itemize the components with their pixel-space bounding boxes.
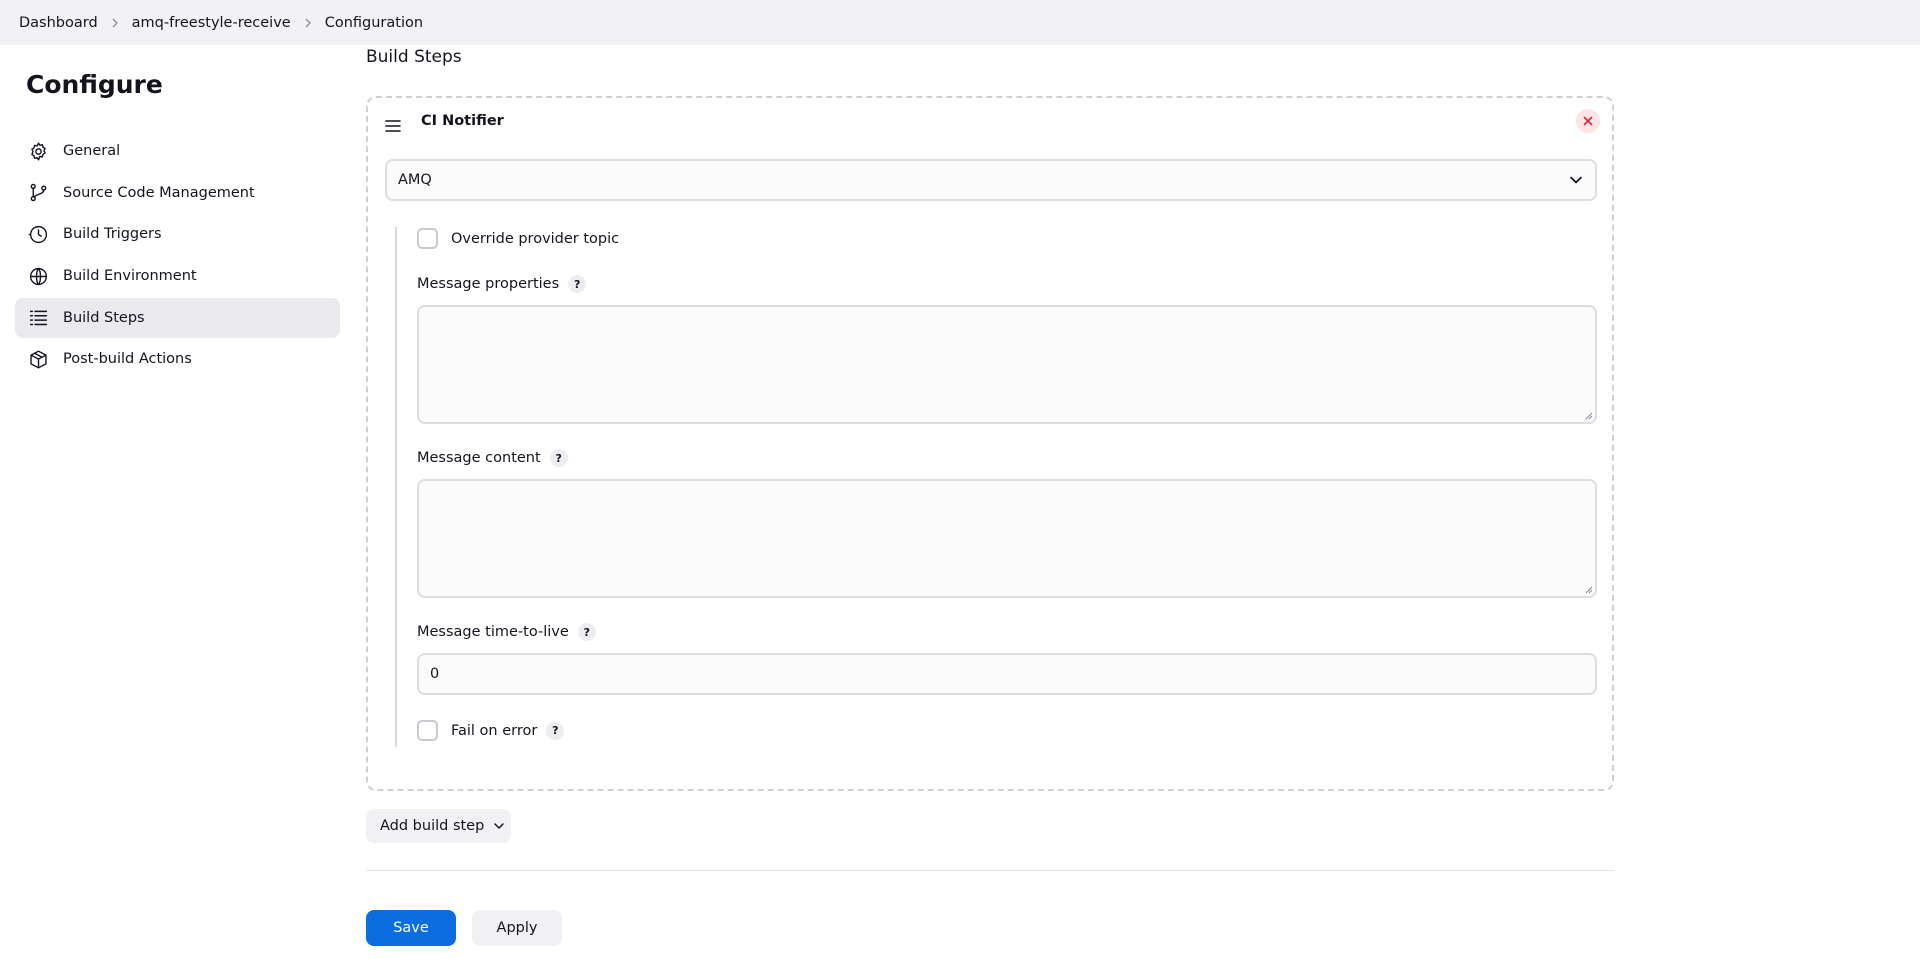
message-properties-label: Message properties [417, 276, 560, 292]
gear-icon [27, 140, 49, 162]
sidebar-item-post-build-actions[interactable]: Post-build Actions [15, 339, 340, 379]
message-content-label: Message content [417, 450, 541, 466]
message-ttl-label-row: Message time-to-live ? [417, 623, 596, 641]
close-icon [1583, 116, 1593, 126]
provider-select-value: AMQ [398, 172, 432, 188]
fail-on-error-label[interactable]: Fail on error [451, 723, 537, 739]
drag-handle-icon[interactable] [384, 118, 402, 132]
nested-section-line [395, 227, 397, 747]
page-title: Configure [26, 70, 163, 99]
sidebar-item-source-code-management[interactable]: Source Code Management [15, 173, 340, 213]
section-title: Build Steps [366, 47, 462, 67]
message-content-label-row: Message content ? [417, 449, 568, 467]
divider [366, 870, 1614, 871]
message-content-textarea[interactable] [417, 479, 1597, 598]
step-title: CI Notifier [421, 113, 504, 129]
breadcrumb: Dashboard amq-freestyle-receive Configur… [0, 0, 1920, 45]
chevron-right-icon [98, 18, 132, 28]
chevron-right-icon [291, 18, 325, 28]
branch-icon [27, 182, 49, 204]
help-button[interactable]: ? [546, 721, 565, 740]
override-topic-label[interactable]: Override provider topic [451, 231, 619, 247]
add-build-step-label: Add build step [380, 818, 485, 834]
sidebar-item-label: Post-build Actions [63, 351, 192, 368]
fail-on-error-checkbox[interactable] [417, 720, 438, 741]
resize-grip-icon[interactable] [1584, 585, 1593, 594]
remove-step-button[interactable] [1576, 109, 1600, 133]
sidebar-item-build-steps[interactable]: Build Steps [15, 297, 340, 338]
breadcrumb-dashboard[interactable]: Dashboard [19, 15, 98, 31]
sidebar-nav: General Source Code Management Build Tri… [15, 131, 340, 381]
sidebar-item-label: Build Environment [63, 268, 197, 285]
resize-grip-icon[interactable] [1584, 411, 1593, 420]
package-icon [27, 348, 49, 370]
sidebar-item-build-environment[interactable]: Build Environment [15, 256, 340, 296]
message-ttl-label: Message time-to-live [417, 624, 569, 640]
chevron-down-icon [494, 823, 505, 829]
sidebar-item-general[interactable]: General [15, 131, 340, 171]
breadcrumb-configuration[interactable]: Configuration [325, 15, 423, 31]
message-properties-textarea[interactable] [417, 305, 1597, 424]
add-build-step-button[interactable]: Add build step [366, 809, 511, 843]
sidebar-item-label: General [63, 143, 121, 159]
sidebar-item-label: Source Code Management [63, 184, 255, 201]
sidebar-item-label: Build Triggers [63, 226, 162, 243]
bottom-action-bar [0, 896, 1920, 959]
help-button[interactable]: ? [549, 449, 568, 467]
save-button[interactable]: Save [366, 910, 456, 946]
override-topic-row: Override provider topic [417, 228, 619, 249]
help-button[interactable]: ? [568, 275, 587, 293]
message-properties-label-row: Message properties ? [417, 275, 587, 293]
clock-icon [27, 223, 49, 245]
breadcrumb-job[interactable]: amq-freestyle-receive [132, 15, 291, 31]
provider-select[interactable]: AMQ [385, 159, 1597, 201]
list-icon [27, 307, 49, 329]
help-button[interactable]: ? [577, 623, 596, 641]
override-topic-checkbox[interactable] [417, 228, 438, 249]
chevron-down-icon [1570, 176, 1582, 184]
sidebar-item-label: Build Steps [63, 309, 145, 326]
message-ttl-input[interactable] [417, 653, 1597, 695]
fail-on-error-row: Fail on error ? [417, 720, 565, 741]
build-step-card: CI Notifier AMQ Override provider topic … [366, 96, 1614, 791]
globe-icon [27, 265, 49, 287]
apply-button[interactable]: Apply [472, 910, 562, 946]
sidebar-item-build-triggers[interactable]: Build Triggers [15, 214, 340, 254]
